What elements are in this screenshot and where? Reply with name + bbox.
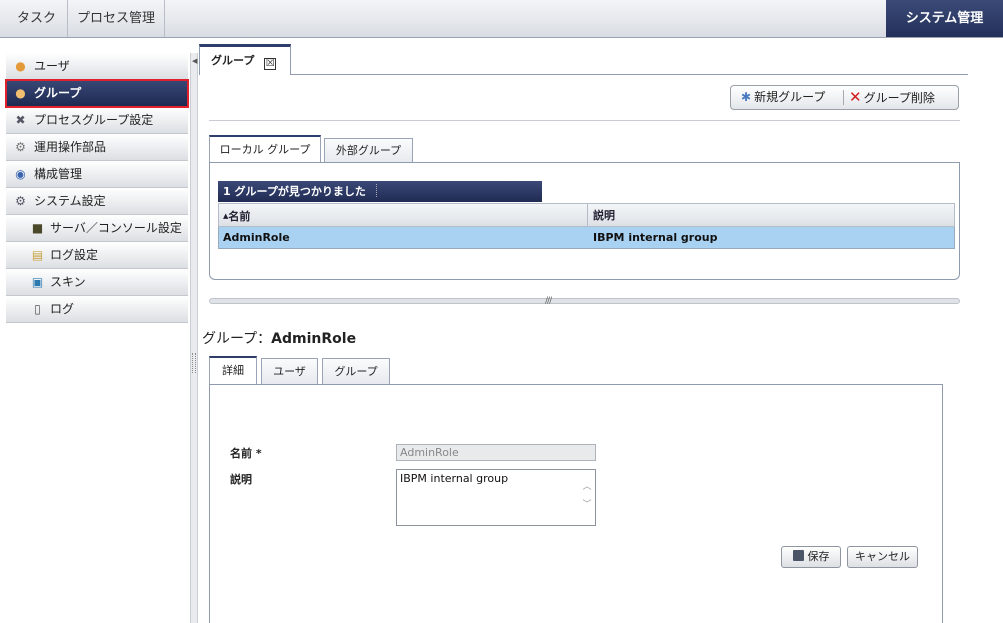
save-icon xyxy=(792,550,804,561)
new-group-button[interactable]: ✱ 新規グループ xyxy=(741,86,825,109)
tab-label: グループ xyxy=(211,54,255,67)
sidebar-item-label: サーバ／コンソール設定 xyxy=(50,221,182,235)
tools-icon: ✖ xyxy=(15,113,26,127)
sidebar-splitter[interactable]: ◀ xyxy=(190,53,198,623)
detail-form: 名前 * AdminRole 説明 IBPM internal group ︿ ﹀… xyxy=(209,384,943,623)
toolbar-divider xyxy=(843,90,844,105)
close-icon[interactable]: ☒ xyxy=(264,58,277,70)
cancel-button[interactable]: キャンセル xyxy=(847,546,918,568)
save-button[interactable]: 保存 xyxy=(781,546,841,568)
sidebar: ● ユーザ ● グループ ✖ プロセスグループ設定 ⚙ 運用操作部品 ◉ 構成管… xyxy=(5,53,189,323)
group-table: ▲名前 説明 AdminRole IBPM internal group xyxy=(218,203,955,249)
detail-title-name: AdminRole xyxy=(271,331,357,347)
column-header-description[interactable]: 説明 xyxy=(593,204,615,228)
tab-details[interactable]: 詳細 xyxy=(209,356,257,385)
new-group-icon: ✱ xyxy=(741,90,752,104)
log-icon: ▯ xyxy=(34,302,41,316)
sidebar-item-log[interactable]: ▯ ログ xyxy=(6,296,188,323)
sidebar-item-groups[interactable]: ● グループ xyxy=(5,79,189,108)
detail-title: グループ：AdminRole xyxy=(202,328,356,348)
divider xyxy=(209,120,960,121)
sidebar-item-label: ユーザ xyxy=(34,59,70,73)
sidebar-item-label: システム設定 xyxy=(34,194,106,208)
sidebar-item-label: ログ設定 xyxy=(50,248,99,262)
sidebar-item-users[interactable]: ● ユーザ xyxy=(6,53,188,80)
group-toolbar: ✱ 新規グループ ✕ グループ削除 xyxy=(730,85,959,110)
delete-group-label: グループ削除 xyxy=(863,91,935,105)
delete-icon: ✕ xyxy=(849,88,862,106)
main-content: グループ ☒ ✱ 新規グループ ✕ グループ削除 ローカル グループ 外部グループ … xyxy=(199,44,999,623)
name-label: 名前 * xyxy=(230,447,262,460)
description-field[interactable]: IBPM internal group ︿ ﹀ xyxy=(396,469,596,526)
sidebar-item-skin[interactable]: ▣ スキン xyxy=(6,269,188,296)
column-name-label: 名前 xyxy=(228,210,251,223)
skin-icon: ▣ xyxy=(31,275,44,289)
group-icon: ● xyxy=(15,86,26,100)
tab-local-groups[interactable]: ローカル グループ xyxy=(209,135,321,164)
tab-groups[interactable]: グループ xyxy=(322,358,390,385)
splitter-grip-icon: /// xyxy=(545,296,552,306)
result-count-text: 1 グループが見つかりました xyxy=(223,185,366,198)
detail-title-prefix: グループ： xyxy=(202,331,272,347)
new-group-label: 新規グループ xyxy=(754,90,826,104)
sidebar-item-label: グループ xyxy=(34,86,82,100)
config-icon: ◉ xyxy=(15,167,26,181)
sidebar-item-system-settings[interactable]: ⚙ システム設定 xyxy=(6,188,188,215)
sidebar-item-log-settings[interactable]: ▤ ログ設定 xyxy=(6,242,188,269)
group-grid-panel: 1 グループが見つかりました ▲名前 説明 AdminRole IBPM int… xyxy=(209,162,960,280)
gear-icon: ⚙ xyxy=(15,140,26,154)
sidebar-item-operation-parts[interactable]: ⚙ 運用操作部品 xyxy=(6,134,188,161)
sidebar-item-label: ログ xyxy=(50,302,75,316)
tab-users[interactable]: ユーザ xyxy=(261,358,318,385)
sidebar-item-configuration[interactable]: ◉ 構成管理 xyxy=(6,161,188,188)
sidebar-item-label: 運用操作部品 xyxy=(34,140,107,154)
tab-group-document[interactable]: グループ ☒ xyxy=(199,44,291,75)
sidebar-item-server-console-settings[interactable]: ■ サーバ／コンソール設定 xyxy=(6,215,188,242)
description-label: 説明 xyxy=(230,473,252,486)
result-count-bar: 1 グループが見つかりました xyxy=(218,181,542,202)
table-header: ▲名前 説明 xyxy=(218,203,955,229)
tab-task[interactable]: タスク xyxy=(6,0,68,37)
horizontal-splitter[interactable]: /// xyxy=(209,296,960,306)
tab-external-groups[interactable]: 外部グループ xyxy=(324,138,413,163)
tab-process-management[interactable]: プロセス管理 xyxy=(68,0,165,37)
tab-underline xyxy=(291,74,968,75)
user-icon: ● xyxy=(15,59,26,73)
server-icon: ■ xyxy=(31,221,44,235)
top-nav-bar: タスク プロセス管理 システム管理 xyxy=(0,0,1003,38)
sidebar-item-label: スキン xyxy=(50,275,86,289)
cell-name: AdminRole xyxy=(223,231,290,244)
sidebar-item-label: 構成管理 xyxy=(34,167,83,181)
scrollbar[interactable]: ︿ ﹀ xyxy=(580,478,594,520)
splitter-grip-icon xyxy=(192,353,196,373)
column-separator[interactable] xyxy=(587,204,588,228)
save-label: 保存 xyxy=(807,550,830,563)
sidebar-item-label: プロセスグループ設定 xyxy=(34,113,154,127)
sidebar-item-process-group-settings[interactable]: ✖ プロセスグループ設定 xyxy=(6,107,188,134)
table-row[interactable]: AdminRole IBPM internal group xyxy=(218,227,955,249)
cell-description: IBPM internal group xyxy=(593,231,718,244)
name-field: AdminRole xyxy=(396,444,596,461)
settings-icon: ⚙ xyxy=(15,194,26,208)
tab-system-management[interactable]: システム管理 xyxy=(886,0,1003,37)
column-header-name[interactable]: ▲名前 xyxy=(223,204,250,229)
collapse-arrow-icon[interactable]: ◀ xyxy=(192,57,197,65)
description-text: IBPM internal group xyxy=(400,472,509,485)
drag-handle-icon xyxy=(375,184,378,197)
log-settings-icon: ▤ xyxy=(31,248,44,262)
delete-group-button[interactable]: ✕ グループ削除 xyxy=(849,86,935,109)
